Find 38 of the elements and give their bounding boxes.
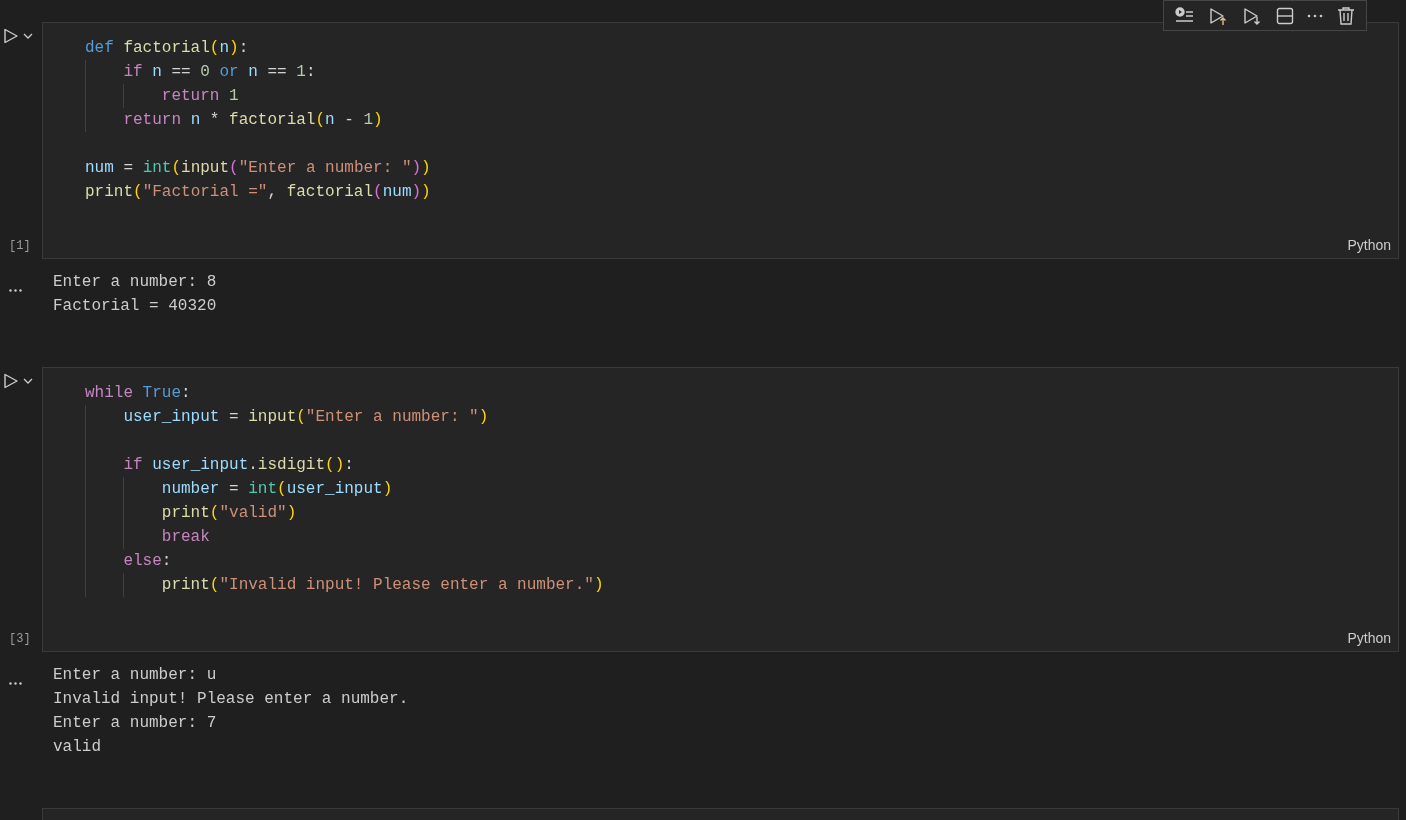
output-line: Enter a number: 8 [53, 272, 217, 293]
more-icon[interactable] [9, 289, 22, 292]
cell-editor[interactable]: while True: user_input = input("Enter a number: ") if user_input.isdigit(): number = int(user_input) print("valid") break else: print("Invalid input! Please enter a number.") Python [42, 367, 1399, 652]
code-line: number = int(user_input) [161, 479, 393, 500]
chevron-down-icon[interactable] [23, 378, 33, 384]
split-cell-icon[interactable] [1275, 6, 1294, 25]
output-line: Invalid input! Please enter a number. [53, 689, 409, 710]
chevron-down-icon[interactable] [23, 33, 33, 39]
cell-editor[interactable]: def factorial(n): if n == 0 or n == 1: return 1 return n * factorial(n - 1) num = int(input("Enter a number: ")) print("Factorial =", factorial(num)) Python [42, 22, 1399, 259]
code-line: user_input = input("Enter a number: ") [123, 407, 489, 428]
code-line: print("Factorial =", factorial(num)) [85, 182, 431, 203]
output-line: Enter a number: 7 [53, 713, 217, 734]
code-line: while True: [85, 383, 191, 404]
run-by-line-icon[interactable] [1174, 6, 1195, 25]
delete-icon[interactable] [1337, 5, 1356, 26]
run-below-icon[interactable] [1242, 5, 1263, 26]
execution-count: [1] [8, 239, 32, 253]
more-icon[interactable] [9, 682, 22, 685]
code-line: num = int(input("Enter a number: ")) [85, 158, 431, 179]
code-line: return n * factorial(n - 1) [123, 110, 383, 131]
code-line: break [161, 527, 210, 548]
code-line: else: [123, 551, 172, 572]
run-icon[interactable] [3, 28, 19, 44]
code-line: if n == 0 or n == 1: [123, 62, 316, 83]
output-line: valid [53, 737, 101, 758]
language-label[interactable]: Python [1347, 630, 1391, 646]
cell-editor[interactable] [42, 808, 1399, 820]
output-line: Factorial = 40320 [53, 296, 217, 317]
code-line: if user_input.isdigit(): [123, 455, 354, 476]
code-line: return 1 [161, 86, 239, 107]
code-line: print("valid") [161, 503, 297, 524]
output-line: Enter a number: u [53, 665, 217, 686]
language-label[interactable]: Python [1347, 237, 1391, 253]
execution-count: [3] [8, 632, 32, 646]
code-line: print("Invalid input! Please enter a number.") [161, 575, 604, 596]
code-line: def factorial(n): [85, 38, 249, 59]
run-icon[interactable] [3, 373, 19, 389]
more-icon[interactable] [1307, 13, 1324, 18]
